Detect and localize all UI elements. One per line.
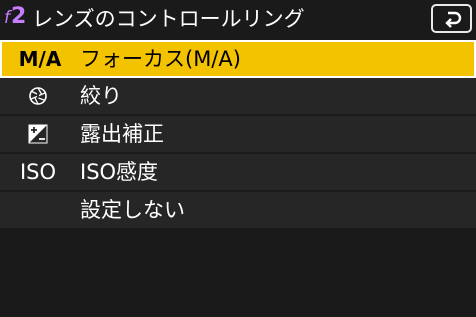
menu-item-iso[interactable]: ISO ISO感度 xyxy=(0,154,476,192)
header-bar: f 2 レンズのコントロールリング xyxy=(0,0,476,38)
exposure-compensation-icon xyxy=(0,116,76,152)
page-title: レンズのコントロールリング xyxy=(32,7,305,31)
empty-icon-slot xyxy=(0,192,76,228)
menu-code-number: 2 xyxy=(11,4,27,29)
menu-item-label: フォーカス(M/A) xyxy=(80,47,241,71)
empty-area xyxy=(0,232,476,317)
menu-item-label: ISO感度 xyxy=(80,160,159,184)
menu-code-prefix: f xyxy=(4,8,10,28)
menu-item-focus[interactable]: M/A フォーカス(M/A) xyxy=(0,40,476,78)
menu-item-none[interactable]: 設定しない xyxy=(0,192,476,230)
menu-item-aperture[interactable]: 絞り xyxy=(0,78,476,116)
menu-item-label: 露出補正 xyxy=(80,122,164,146)
iso-icon: ISO xyxy=(19,160,57,184)
back-button[interactable] xyxy=(431,4,472,33)
menu-item-exposure[interactable]: 露出補正 xyxy=(0,116,476,154)
aperture-icon xyxy=(0,78,76,114)
manual-auto-focus-icon: M/A xyxy=(18,47,62,71)
menu-item-label: 設定しない xyxy=(80,198,185,222)
menu-item-label: 絞り xyxy=(80,84,122,108)
menu-list: M/A フォーカス(M/A) 絞り 露出補正 ISO ISO感度 設定しない xyxy=(0,40,476,230)
return-arrow-icon xyxy=(444,11,461,28)
menu-code: f 2 xyxy=(4,4,26,34)
